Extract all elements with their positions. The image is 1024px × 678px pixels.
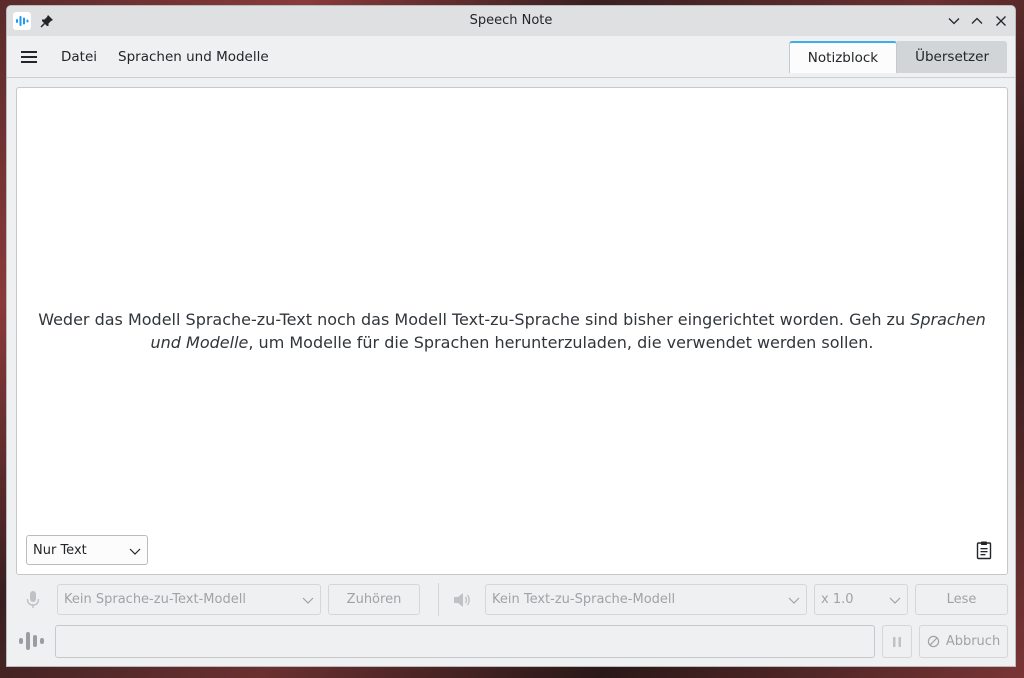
speech-note-app-icon[interactable] bbox=[13, 12, 31, 30]
microphone-icon bbox=[25, 590, 41, 610]
note-editor[interactable]: Weder das Modell Sprache-zu-Text noch da… bbox=[16, 87, 1008, 575]
tab-translator[interactable]: Übersetzer bbox=[897, 41, 1007, 73]
stt-model-select[interactable]: Kein Sprache-zu-Text-Modell bbox=[57, 584, 321, 615]
chevron-down-icon bbox=[889, 597, 901, 604]
message-text-before: Weder das Modell Sprache-zu-Text noch da… bbox=[38, 310, 911, 329]
tab-notepad[interactable]: Notizblock bbox=[788, 41, 898, 73]
stt-model-value: Kein Sprache-zu-Text-Modell bbox=[64, 592, 246, 607]
cancel-icon bbox=[927, 635, 940, 648]
tts-model-select[interactable]: Kein Text-zu-Sprache-Modell bbox=[485, 584, 807, 615]
waveform-icon bbox=[18, 629, 48, 653]
chevron-down-icon bbox=[129, 548, 141, 555]
cancel-button[interactable]: Abbruch bbox=[919, 625, 1008, 658]
minimize-button[interactable] bbox=[945, 12, 963, 30]
no-models-message: Weder das Modell Sprache-zu-Text noch da… bbox=[37, 308, 987, 354]
pause-icon bbox=[893, 636, 901, 647]
cancel-label: Abbruch bbox=[945, 634, 1001, 649]
tts-model-value: Kein Text-zu-Sprache-Modell bbox=[492, 592, 676, 607]
text-mode-select[interactable]: Nur Text bbox=[26, 535, 148, 565]
mode-tabs: Notizblock Übersetzer bbox=[788, 41, 1007, 73]
read-button[interactable]: Lese bbox=[915, 584, 1008, 615]
title-bar[interactable]: Speech Note bbox=[7, 6, 1015, 36]
clipboard-icon[interactable] bbox=[975, 540, 993, 560]
chevron-down-icon bbox=[948, 18, 960, 25]
pause-button[interactable] bbox=[882, 625, 912, 658]
speaker-icon bbox=[452, 591, 472, 609]
hamburger-menu-icon[interactable] bbox=[19, 48, 39, 66]
text-mode-value: Nur Text bbox=[33, 542, 87, 558]
chevron-down-icon bbox=[788, 597, 800, 604]
chevron-down-icon bbox=[302, 597, 314, 604]
controls-separator bbox=[438, 583, 439, 616]
close-icon bbox=[996, 16, 1006, 26]
message-text-after: , um Modelle für die Sprachen herunterzu… bbox=[248, 333, 874, 352]
status-field[interactable] bbox=[55, 625, 875, 658]
menu-languages-and-models[interactable]: Sprachen und Modelle bbox=[118, 49, 269, 65]
close-button[interactable] bbox=[992, 12, 1010, 30]
chevron-up-icon bbox=[971, 17, 983, 24]
app-window: Speech Note Datei Sprachen und Modelle N… bbox=[6, 5, 1016, 667]
menu-file[interactable]: Datei bbox=[61, 49, 97, 65]
pin-icon[interactable] bbox=[39, 13, 55, 29]
menu-bar: Datei Sprachen und Modelle Notizblock Üb… bbox=[7, 36, 1015, 78]
speed-select[interactable]: x 1.0 bbox=[814, 584, 908, 615]
window-title: Speech Note bbox=[469, 13, 553, 28]
maximize-button[interactable] bbox=[968, 12, 986, 30]
speed-value: x 1.0 bbox=[821, 592, 854, 607]
listen-button[interactable]: Zuhören bbox=[328, 584, 420, 615]
